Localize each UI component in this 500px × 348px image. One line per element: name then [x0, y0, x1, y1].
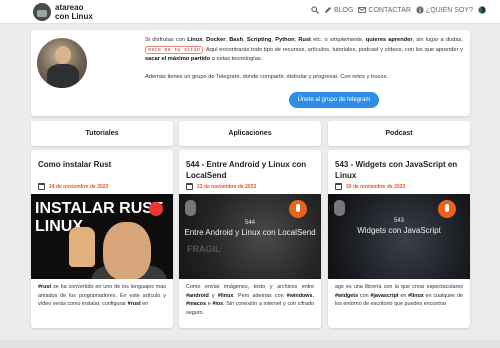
post-excerpt: #rust se ha convertido en uno de los len…: [38, 283, 166, 309]
episode-number: 544: [244, 220, 255, 226]
brand-line-2: con Linux: [55, 12, 93, 21]
thumbnail-caption: Entre Android y Linux con LocalSend: [184, 228, 316, 237]
post-card[interactable]: Como instalar Rust 24 de noviembre de 20…: [31, 150, 173, 328]
nav-blog[interactable]: BLOG: [324, 6, 353, 14]
post-thumbnail[interactable]: INSTALAR RUST LINUX: [31, 194, 173, 279]
text: a estas tecnologías.: [210, 56, 263, 63]
intro-paragraph: Si disfrutas con Linux, Docker, Bash, Sc…: [145, 36, 463, 65]
post-date: 20 de noviembre de 2023: [335, 183, 405, 190]
text-italic: simplemente: [329, 37, 363, 43]
hashtag: #ios: [212, 301, 224, 307]
text: en: [398, 292, 409, 299]
post-date-text: 20 de noviembre de 2023: [346, 183, 406, 190]
thumb-line-1: INSTALAR RUST: [35, 200, 163, 217]
podcast-logo-icon: [185, 200, 196, 216]
info-icon: [416, 6, 424, 14]
main-nav: BLOG CONTACTAR ¿QUIÉN SOY?: [311, 6, 486, 14]
post-card[interactable]: 543 - Widgets con JavaScript en Linux 20…: [328, 150, 470, 328]
post-thumbnail[interactable]: 544 Entre Android y Linux con LocalSend …: [179, 194, 321, 279]
post-title[interactable]: 544 - Entre Android y Linux con LocalSen…: [186, 159, 318, 181]
nav-about-label: ¿QUIÉN SOY?: [425, 6, 473, 14]
nav-blog-label: BLOG: [333, 6, 354, 14]
thumbs-up-hand: [69, 227, 95, 267]
site-logo[interactable]: [33, 3, 51, 21]
post-excerpt: ags es una librería con la que crear esp…: [335, 283, 463, 309]
code-highlight: este es tu sitio: [145, 45, 204, 54]
post-date: 23 de noviembre de 2023: [186, 183, 256, 190]
kw-scripting: Scripting: [246, 37, 272, 43]
site-brand[interactable]: atareao con Linux: [55, 3, 93, 21]
text: , sin lugar a dudas,: [412, 37, 463, 43]
episode-number: 543: [393, 218, 404, 224]
kw-bash: Bash: [229, 37, 244, 43]
text: Como enviar imágenes, texto y archivos e…: [186, 284, 314, 290]
pencil-icon: [324, 6, 332, 14]
youtube-logo-icon: [149, 202, 163, 216]
post-date-text: 24 de noviembre de 2023: [49, 183, 109, 190]
microphone-icon: [289, 200, 307, 218]
hashtag: #linux: [408, 292, 424, 299]
category-aplicaciones[interactable]: Aplicaciones: [179, 121, 321, 146]
nav-about[interactable]: ¿QUIÉN SOY?: [416, 6, 473, 14]
telegram-paragraph: Además tienes un grupo de Telegram, dond…: [145, 74, 388, 80]
post-excerpt: Como enviar imágenes, texto y archivos e…: [186, 283, 314, 317]
kw-partido: sacar el máximo partido: [145, 56, 211, 63]
calendar-icon: [186, 183, 193, 190]
post-date-text: 23 de noviembre de 2023: [197, 183, 257, 190]
text: . Pero además con: [233, 292, 287, 299]
search-icon[interactable]: [311, 6, 319, 14]
kw-docker: Docker: [206, 37, 226, 43]
text: ags es una librería con la que crear esp…: [335, 284, 463, 290]
intro-card: Si disfrutas con Linux, Docker, Bash, Sc…: [31, 30, 470, 116]
post-card[interactable]: 544 - Entre Android y Linux con LocalSen…: [179, 150, 321, 328]
footer-divider: [0, 340, 500, 348]
post-title[interactable]: Como instalar Rust: [38, 159, 170, 170]
calendar-icon: [38, 183, 45, 190]
hashtag: #linux: [217, 292, 234, 299]
brand-line-1: atareao: [55, 3, 84, 12]
hashtag: #javascript: [370, 292, 399, 299]
hashtag: #rust: [127, 301, 141, 307]
post-thumbnail[interactable]: 543 Widgets con JavaScript: [328, 194, 470, 279]
text: con: [358, 292, 371, 299]
kw-python: Python: [275, 37, 295, 43]
text: etc. o: [310, 37, 330, 43]
podcast-logo-icon: [334, 200, 345, 216]
text: y: [208, 292, 218, 299]
category-podcast[interactable]: Podcast: [328, 121, 470, 146]
microphone-icon: [438, 200, 456, 218]
kw-linux: Linux: [187, 37, 203, 43]
join-telegram-button[interactable]: Únete al grupo de telegram: [289, 92, 379, 108]
hashtag: #android: [186, 292, 209, 299]
top-header: atareao con Linux BLOG CONTACTAR ¿QUIÉN …: [0, 0, 500, 24]
post-date: 24 de noviembre de 2023: [38, 183, 108, 190]
text: en: [140, 301, 149, 307]
nav-contact[interactable]: CONTACTAR: [358, 6, 411, 14]
calendar-icon: [335, 183, 342, 190]
theme-toggle-icon[interactable]: [478, 6, 486, 14]
nav-contact-label: CONTACTAR: [368, 6, 411, 14]
hashtag: #windows: [286, 292, 313, 299]
kw-rust: Rust: [298, 37, 311, 43]
kw-aprender: quieres aprender: [365, 37, 413, 43]
text: ,: [312, 292, 315, 299]
hashtag: #macos: [186, 301, 207, 307]
presenter-face: [103, 222, 151, 279]
post-title[interactable]: 543 - Widgets con JavaScript en Linux: [335, 159, 467, 181]
hashtag: #rust: [38, 284, 52, 290]
category-tutoriales[interactable]: Tutoriales: [31, 121, 173, 146]
envelope-icon: [358, 6, 367, 14]
thumbnail-caption: Widgets con JavaScript: [357, 226, 441, 235]
text: . Aquí encontrarás todo tipo de recursos…: [203, 46, 463, 53]
text: Si disfrutas con: [145, 37, 188, 43]
thumbnail-background-text: FRAGIL: [187, 244, 221, 254]
author-avatar: [37, 38, 87, 88]
hashtag: #widgets: [335, 292, 359, 299]
